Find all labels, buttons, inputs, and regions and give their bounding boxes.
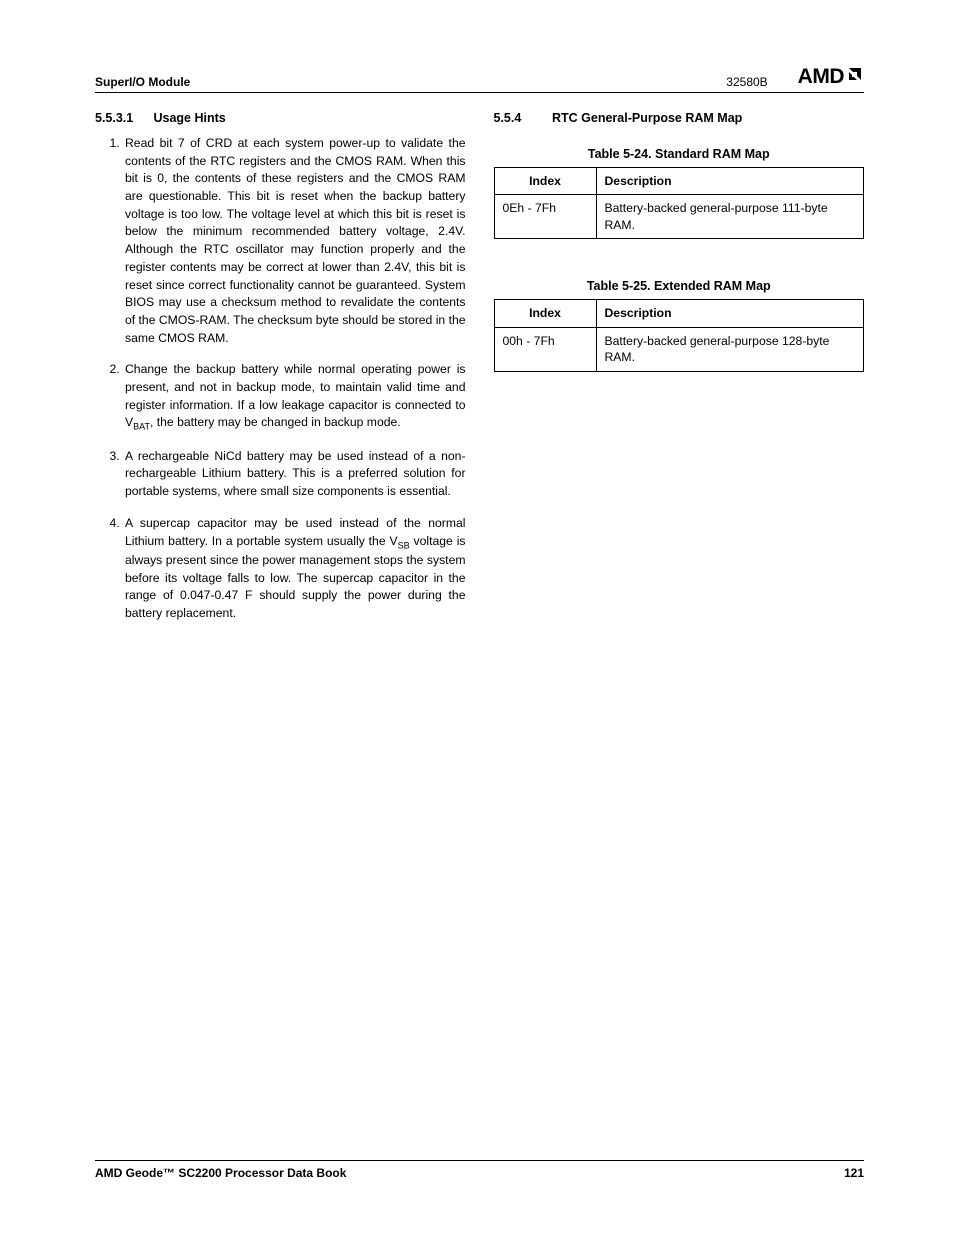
- section-number: 5.5.4: [494, 111, 549, 125]
- cell-index: 0Eh - 7Fh: [494, 195, 596, 239]
- page-footer: AMD Geode™ SC2200 Processor Data Book 12…: [95, 1160, 864, 1180]
- usage-hint-item: A supercap capacitor may be used instead…: [123, 515, 466, 623]
- amd-arrow-icon: [846, 65, 864, 89]
- page-header: SuperI/O Module 32580B AMD: [95, 65, 864, 93]
- col-header-index: Index: [494, 168, 596, 195]
- ram-map-heading: 5.5.4 RTC General-Purpose RAM Map: [494, 111, 865, 125]
- amd-logo: AMD: [798, 65, 864, 89]
- page: SuperI/O Module 32580B AMD 5.5.3.1 Usage…: [0, 0, 954, 1235]
- usage-hint-item: A rechargeable NiCd battery may be used …: [123, 448, 466, 501]
- section-title: Usage Hints: [153, 111, 225, 125]
- usage-hint-item: Read bit 7 of CRD at each system power-u…: [123, 135, 466, 347]
- table-row: 00h - 7FhBattery-backed general-purpose …: [494, 327, 864, 371]
- footer-page-number: 121: [844, 1166, 864, 1180]
- footer-book-title: AMD Geode™ SC2200 Processor Data Book: [95, 1166, 346, 1180]
- content-columns: 5.5.3.1 Usage Hints Read bit 7 of CRD at…: [95, 111, 864, 637]
- usage-hints-heading: 5.5.3.1 Usage Hints: [95, 111, 466, 125]
- section-number: 5.5.3.1: [95, 111, 150, 125]
- left-column: 5.5.3.1 Usage Hints Read bit 7 of CRD at…: [95, 111, 466, 637]
- cell-index: 00h - 7Fh: [494, 327, 596, 371]
- doc-number: 32580B: [726, 75, 767, 89]
- col-header-index: Index: [494, 300, 596, 327]
- table-caption: Table 5-25. Extended RAM Map: [494, 279, 865, 293]
- ram-table: IndexDescription0Eh - 7FhBattery-backed …: [494, 167, 865, 239]
- table-caption: Table 5-24. Standard RAM Map: [494, 147, 865, 161]
- cell-description: Battery-backed general-purpose 128-byte …: [596, 327, 864, 371]
- header-module: SuperI/O Module: [95, 75, 190, 89]
- amd-logo-text: AMD: [798, 65, 844, 89]
- header-right: 32580B AMD: [726, 65, 864, 89]
- usage-hints-list: Read bit 7 of CRD at each system power-u…: [95, 135, 466, 623]
- table-row: 0Eh - 7FhBattery-backed general-purpose …: [494, 195, 864, 239]
- tables-container: Table 5-24. Standard RAM MapIndexDescrip…: [494, 147, 865, 372]
- cell-description: Battery-backed general-purpose 111-byte …: [596, 195, 864, 239]
- usage-hint-item: Change the backup battery while normal o…: [123, 361, 466, 434]
- right-column: 5.5.4 RTC General-Purpose RAM Map Table …: [494, 111, 865, 637]
- section-title: RTC General-Purpose RAM Map: [552, 111, 742, 125]
- ram-table: IndexDescription00h - 7FhBattery-backed …: [494, 299, 865, 371]
- col-header-description: Description: [596, 300, 864, 327]
- col-header-description: Description: [596, 168, 864, 195]
